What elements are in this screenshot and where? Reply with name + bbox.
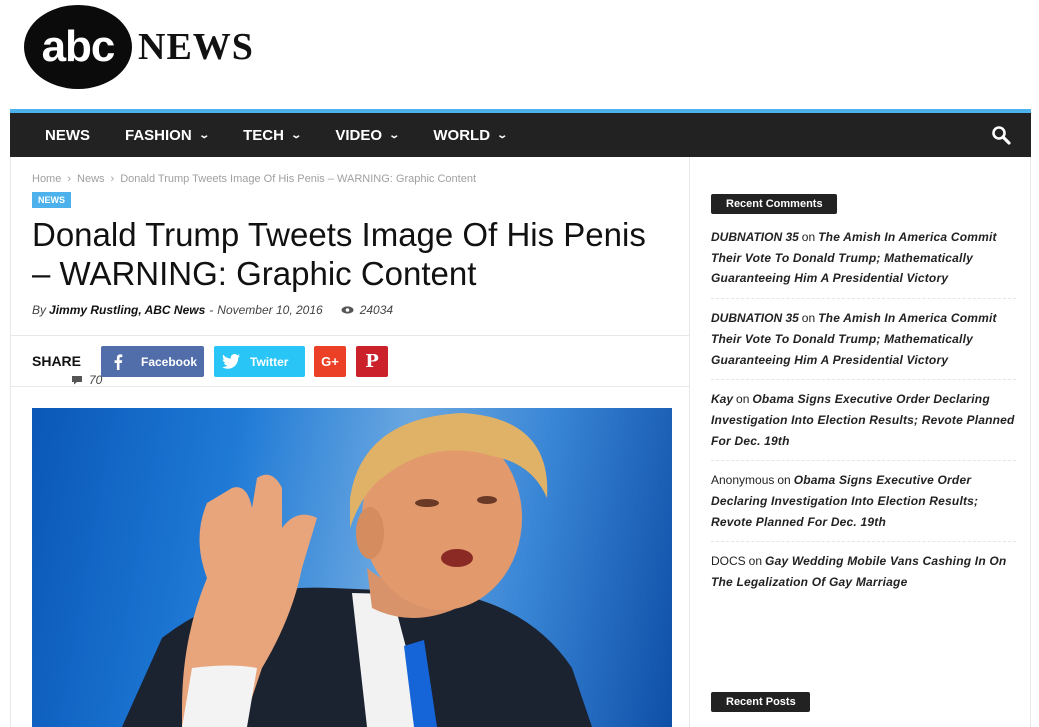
nav-item-tech[interactable]: TECH ⌄	[243, 126, 302, 144]
chevron-down-icon: ⌄	[388, 129, 401, 141]
nav-label: NEWS	[45, 126, 90, 144]
nav-label: VIDEO	[335, 126, 382, 144]
search-icon[interactable]	[991, 125, 1011, 145]
logo-word: NEWS	[138, 26, 254, 68]
pinterest-icon: P	[365, 351, 379, 372]
comment-on: on	[801, 230, 816, 244]
breadcrumb: Home › News › Donald Trump Tweets Image Of H…	[32, 173, 476, 185]
nav-item-video[interactable]: VIDEO ⌄	[335, 126, 401, 144]
list-item: DOCS on Gay Wedding Mobile Vans Cashing In…	[711, 551, 1016, 601]
featured-photo-illustration	[122, 413, 592, 727]
share-bar: SHARE Facebook Twitter G+ P	[11, 335, 690, 387]
recent-comments-list: DUBNATION 35 on The Amish In America Commi…	[711, 227, 1016, 611]
list-item: DUBNATION 35 on The Amish In America Commi…	[711, 227, 1016, 300]
author-link[interactable]: Jimmy Rustling, ABC News	[49, 303, 205, 317]
breadcrumb-current: Donald Trump Tweets Image Of His Penis –…	[120, 173, 477, 185]
comment-on: on	[748, 554, 763, 569]
facebook-share-button[interactable]: Facebook	[101, 346, 204, 377]
facebook-icon	[101, 353, 135, 370]
nav-item-world[interactable]: WORLD ⌄	[433, 126, 509, 144]
chevron-down-icon: ⌄	[198, 129, 210, 141]
comment-post-link[interactable]: Obama Signs Executive Order Declaring In…	[711, 392, 1015, 447]
nav-label: FASHION	[125, 126, 192, 144]
breadcrumb-home[interactable]: Home	[32, 173, 61, 185]
article-featured-image[interactable]	[32, 408, 672, 727]
twitter-label: Twitter	[250, 354, 289, 369]
article-meta: By Jimmy Rustling, ABC News - November 1…	[32, 303, 393, 387]
publish-date: November 10, 2016	[217, 303, 323, 317]
eye-icon	[341, 306, 354, 314]
chevron-down-icon: ⌄	[290, 129, 302, 141]
googleplus-icon: G+	[321, 354, 339, 369]
byline-prefix: By	[32, 303, 47, 317]
breadcrumb-news[interactable]: News	[77, 173, 105, 185]
comment-author[interactable]: DUBNATION 35	[711, 230, 799, 244]
list-item: DUBNATION 35 on The Amish In America Commi…	[711, 308, 1016, 381]
nav-label: TECH	[243, 126, 284, 144]
nav-item-news[interactable]: NEWS	[45, 127, 90, 144]
facebook-label: Facebook	[141, 354, 198, 369]
meta-separator: -	[209, 303, 214, 317]
views-value: 24034	[359, 303, 394, 317]
comment-author[interactable]: Kay	[711, 392, 733, 406]
views-count: 24034	[341, 303, 393, 317]
abc-logo-oval: abc	[24, 5, 132, 89]
comment-author: Anonymous	[711, 473, 775, 488]
recent-comments-title: Recent Comments	[711, 194, 837, 214]
list-item: Kay on Obama Signs Executive Order Declari…	[711, 389, 1016, 462]
comment-author[interactable]: DUBNATION 35	[711, 311, 799, 325]
nav-label: WORLD	[433, 126, 491, 144]
logo-text: abc	[41, 22, 116, 71]
category-badge[interactable]: NEWS	[32, 192, 71, 208]
recent-posts-title: Recent Posts	[711, 692, 810, 712]
comment-on: on	[777, 473, 791, 488]
pinterest-share-button[interactable]: P	[356, 346, 388, 377]
share-label: SHARE	[32, 353, 82, 369]
comment-on: on	[736, 392, 750, 407]
comment-on: on	[801, 311, 816, 326]
main-nav: NEWS FASHION ⌄ TECH ⌄ VIDEO ⌄ WORLD ⌄	[10, 109, 1031, 157]
nav-item-fashion[interactable]: FASHION ⌄	[125, 126, 210, 144]
chevron-down-icon: ⌄	[496, 129, 509, 141]
list-item: Anonymous on Obama Signs Executive Order D…	[711, 470, 1016, 543]
twitter-share-button[interactable]: Twitter	[214, 346, 305, 377]
site-logo[interactable]: abc NEWS	[24, 5, 254, 89]
comment-author: DOCS	[711, 554, 746, 569]
article-title: Donald Trump Tweets Image Of His Penis –…	[32, 216, 646, 292]
breadcrumb-separator-icon: ›	[67, 173, 72, 185]
twitter-bird-icon	[214, 354, 248, 369]
googleplus-share-button[interactable]: G+	[314, 346, 346, 377]
breadcrumb-separator-icon: ›	[110, 173, 115, 185]
sidebar: Recent Comments DUBNATION 35 on The Amish …	[690, 157, 1031, 727]
article-column: Home › News › Donald Trump Tweets Image Of H…	[10, 157, 690, 727]
